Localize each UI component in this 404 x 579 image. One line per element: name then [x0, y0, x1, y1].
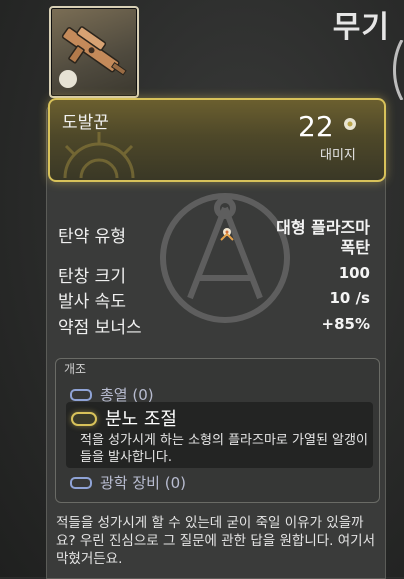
flavor-text: 적들을 성가시게 할 수 있는데 굳이 죽일 이유가 있을까요? 우린 진심으로… [56, 515, 376, 567]
stat-label-fire-rate: 발사 속도 [58, 292, 126, 312]
damage-label: 대미지 [320, 148, 356, 163]
mods-title: 개조 [64, 362, 87, 376]
stat-value-weakspot-bonus: +85% [321, 315, 370, 333]
mod-slot-empty-icon [70, 476, 92, 489]
mod-selected-name: 분노 조절 [105, 409, 177, 430]
mod-slot-equipped-icon [71, 412, 97, 426]
weapon-name: 도발꾼 [62, 113, 109, 133]
plasma-ammo-icon [220, 228, 234, 241]
stat-value-ammo-type-line2: 폭탄 [340, 238, 370, 257]
page-title: 무기 [332, 10, 390, 45]
plasma-damage-icon [344, 118, 356, 130]
side-ornament [393, 40, 404, 100]
faction-emblem-icon [160, 193, 290, 323]
stat-label-ammo-type: 탄약 유형 [58, 227, 126, 247]
stat-value-fire-rate: 10 /s [329, 289, 370, 307]
stat-label-magazine-size: 탄창 크기 [58, 267, 126, 287]
weapon-thumbnail[interactable] [49, 6, 139, 98]
stat-value-magazine-size: 100 [338, 264, 370, 282]
mod-description: 적을 성가시게 하는 소형의 플라즈마로 가열된 알갱이들을 발사합니다. [80, 433, 368, 465]
stat-label-weakspot-bonus: 약점 보너스 [58, 318, 142, 338]
damage-value: 22 [298, 110, 334, 143]
mod-slot-label: 광학 장비 (0) [100, 474, 186, 492]
mod-slot-optics[interactable]: 광학 장비 (0) [70, 472, 186, 493]
thumbnail-badge-icon [59, 70, 77, 88]
mod-slot-empty-icon [70, 388, 92, 401]
